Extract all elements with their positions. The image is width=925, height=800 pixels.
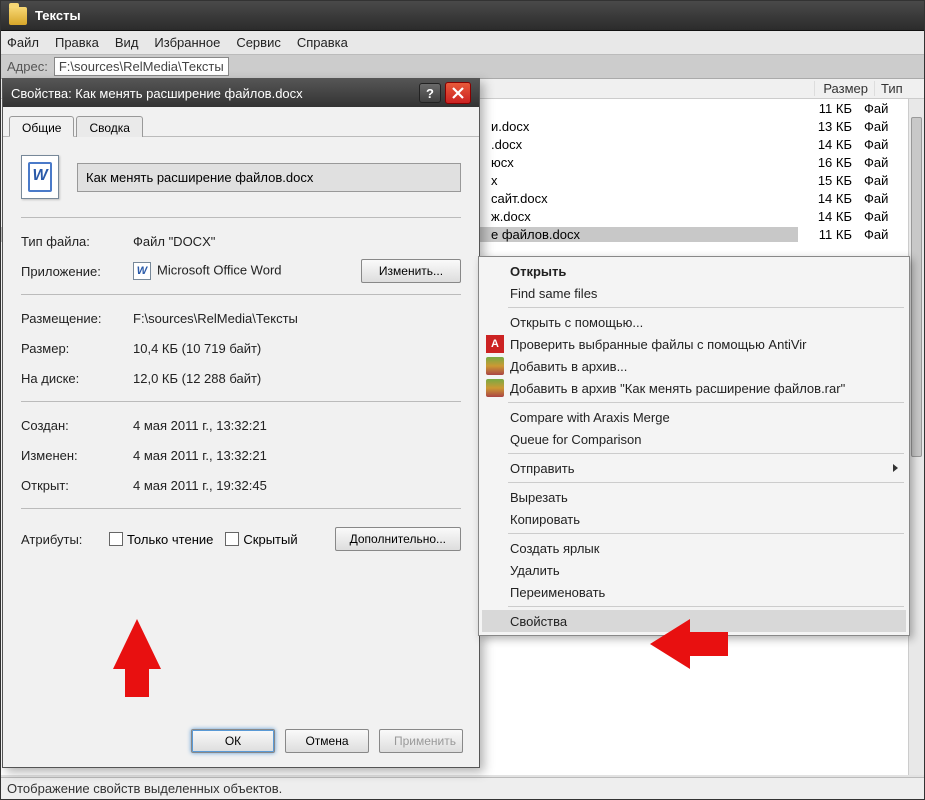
divider [21, 401, 461, 402]
address-label: Адрес: [7, 59, 48, 74]
label-size: Размер: [21, 341, 133, 356]
close-icon [452, 87, 464, 99]
separator [508, 307, 904, 308]
checkbox-icon [225, 532, 239, 546]
help-button[interactable]: ? [419, 83, 441, 103]
col-type[interactable]: Тип [874, 81, 924, 96]
cancel-button[interactable]: Отмена [285, 729, 369, 753]
separator [508, 453, 904, 454]
apply-button[interactable]: Применить [379, 729, 463, 753]
ctx-add-archive-rar[interactable]: Добавить в архив "Как менять расширение … [482, 377, 906, 399]
word-icon: W [133, 262, 151, 280]
value-modified: 4 мая 2011 г., 13:32:21 [133, 448, 461, 463]
menu-view[interactable]: Вид [115, 35, 139, 50]
tab-general[interactable]: Общие [9, 116, 74, 137]
ctx-copy[interactable]: Копировать [482, 508, 906, 530]
checkbox-readonly[interactable]: Только чтение [109, 532, 213, 547]
ctx-open[interactable]: Открыть [482, 260, 906, 282]
menu-help[interactable]: Справка [297, 35, 348, 50]
ctx-araxis-queue[interactable]: Queue for Comparison [482, 428, 906, 450]
label-app: Приложение: [21, 264, 133, 279]
menu-file[interactable]: Файл [7, 35, 39, 50]
ctx-open-with[interactable]: Открыть с помощью... [482, 311, 906, 333]
arrow-icon [650, 614, 730, 674]
ctx-delete[interactable]: Удалить [482, 559, 906, 581]
properties-dialog: Свойства: Как менять расширение файлов.d… [2, 78, 480, 768]
separator [508, 533, 904, 534]
addressbar: Адрес: F:\sources\RelMedia\Тексты [1, 55, 924, 79]
tab-strip: Общие Сводка [3, 107, 479, 137]
label-attrs: Атрибуты: [21, 532, 109, 547]
checkbox-icon [109, 532, 123, 546]
menu-service[interactable]: Сервис [236, 35, 281, 50]
separator [508, 482, 904, 483]
label-disk: На диске: [21, 371, 133, 386]
divider [21, 508, 461, 509]
value-app: WMicrosoft Office Word [133, 262, 361, 280]
divider [21, 294, 461, 295]
dialog-titlebar[interactable]: Свойства: Как менять расширение файлов.d… [3, 79, 479, 107]
checkbox-hidden[interactable]: Скрытый [225, 532, 297, 547]
ctx-rename[interactable]: Переименовать [482, 581, 906, 603]
label-opened: Открыт: [21, 478, 133, 493]
value-type: Файл "DOCX" [133, 234, 461, 249]
ctx-create-shortcut[interactable]: Создать ярлык [482, 537, 906, 559]
ctx-antivir[interactable]: AПроверить выбранные файлы с помощью Ant… [482, 333, 906, 355]
label-created: Создан: [21, 418, 133, 433]
label-location: Размещение: [21, 311, 133, 326]
explorer-titlebar[interactable]: Тексты [1, 1, 924, 31]
filename-field[interactable]: Как менять расширение файлов.docx [77, 163, 461, 192]
divider [21, 217, 461, 218]
value-location: F:\sources\RelMedia\Тексты [133, 311, 461, 326]
ctx-cut[interactable]: Вырезать [482, 486, 906, 508]
value-disk: 12,0 КБ (12 288 байт) [133, 371, 461, 386]
menu-edit[interactable]: Правка [55, 35, 99, 50]
status-text: Отображение свойств выделенных объектов. [7, 781, 282, 796]
antivirus-icon: A [486, 335, 504, 353]
label-modified: Изменен: [21, 448, 133, 463]
archive-icon [486, 357, 504, 375]
menubar: Файл Правка Вид Избранное Сервис Справка [1, 31, 924, 55]
value-size: 10,4 КБ (10 719 байт) [133, 341, 461, 356]
arrow-icon [113, 619, 161, 669]
separator [508, 402, 904, 403]
label-type: Тип файла: [21, 234, 133, 249]
menu-favorites[interactable]: Избранное [154, 35, 220, 50]
ctx-araxis-compare[interactable]: Compare with Araxis Merge [482, 406, 906, 428]
separator [508, 606, 904, 607]
close-button[interactable] [445, 82, 471, 104]
value-opened: 4 мая 2011 г., 19:32:45 [133, 478, 461, 493]
scrollbar-thumb[interactable] [911, 117, 922, 457]
statusbar: Отображение свойств выделенных объектов. [1, 777, 924, 799]
dialog-body: Как менять расширение файлов.docx Тип фа… [3, 137, 479, 563]
folder-icon [9, 7, 27, 25]
dialog-title: Свойства: Как менять расширение файлов.d… [11, 86, 419, 101]
dialog-buttons: ОК Отмена Применить [191, 729, 463, 753]
ctx-find-same[interactable]: Find same files [482, 282, 906, 304]
explorer-title: Тексты [35, 8, 81, 23]
col-size[interactable]: Размер [814, 81, 874, 96]
tab-summary[interactable]: Сводка [76, 116, 143, 137]
ok-button[interactable]: ОК [191, 729, 275, 753]
advanced-button[interactable]: Дополнительно... [335, 527, 461, 551]
address-path[interactable]: F:\sources\RelMedia\Тексты [54, 57, 229, 76]
scrollbar[interactable] [908, 99, 924, 775]
file-type-icon [21, 155, 59, 199]
context-menu: Открыть Find same files Открыть с помощь… [478, 256, 910, 636]
change-button[interactable]: Изменить... [361, 259, 461, 283]
value-created: 4 мая 2011 г., 13:32:21 [133, 418, 461, 433]
ctx-add-archive[interactable]: Добавить в архив... [482, 355, 906, 377]
ctx-send-to[interactable]: Отправить [482, 457, 906, 479]
archive-icon [486, 379, 504, 397]
